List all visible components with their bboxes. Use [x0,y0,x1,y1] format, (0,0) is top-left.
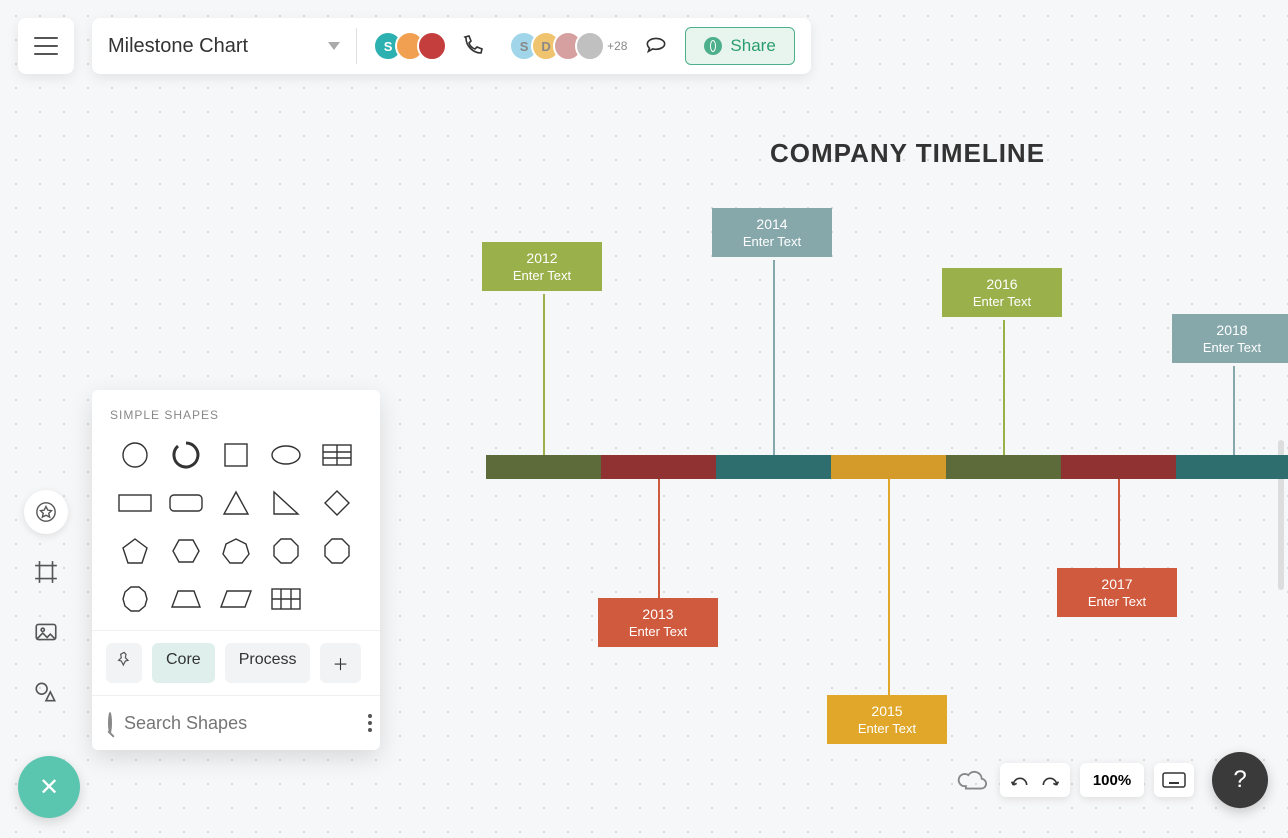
tool-column [24,490,68,714]
sync-status-icon[interactable] [954,763,990,797]
shape-arc[interactable] [164,438,206,472]
chevron-down-icon[interactable] [328,42,340,50]
shape-trapezoid[interactable] [164,582,206,616]
keyboard-icon[interactable] [1154,763,1194,797]
shape-rounded-rect[interactable] [164,486,206,520]
milestone-text: Enter Text [712,234,832,249]
shape-table-lines[interactable] [316,438,358,472]
shape-right-triangle[interactable] [265,486,307,520]
star-tool[interactable] [24,490,68,534]
shape-parallelogram[interactable] [215,582,257,616]
shapes-panel: SIMPLE SHAPES Core Process ＋ [92,390,380,750]
shape-hexagon[interactable] [164,534,206,568]
tab-process[interactable]: Process [225,643,311,683]
milestone-card[interactable]: 2016 Enter Text [942,268,1062,317]
redo-icon[interactable] [1040,772,1060,788]
milestone-text: Enter Text [598,624,718,639]
milestone-stem [1003,320,1005,455]
milestone-card[interactable]: 2017 Enter Text [1057,568,1177,617]
tab-core[interactable]: Core [152,643,215,683]
milestone-text: Enter Text [827,721,947,736]
milestone-year: 2015 [827,703,947,719]
shape-diamond[interactable] [316,486,358,520]
milestone-text: Enter Text [942,294,1062,309]
panel-tabs: Core Process ＋ [92,630,380,695]
milestone-stem [1233,366,1235,455]
milestone-year: 2017 [1057,576,1177,592]
timeline-segment[interactable] [1176,455,1288,479]
milestone-card[interactable]: 2018 Enter Text [1172,314,1288,363]
shapes-tool[interactable] [24,670,68,714]
milestone-year: 2013 [598,606,718,622]
share-button[interactable]: Share [685,27,794,65]
image-tool[interactable] [24,610,68,654]
timeline-bar[interactable] [486,455,1288,479]
shape-triangle[interactable] [215,486,257,520]
timeline-segment[interactable] [486,455,601,479]
timeline-segment[interactable] [831,455,946,479]
undo-icon[interactable] [1010,772,1030,788]
phone-icon[interactable] [461,34,485,58]
timeline-segment[interactable] [946,455,1061,479]
milestone-card[interactable]: 2013 Enter Text [598,598,718,647]
divider [356,28,357,64]
milestone-stem [543,294,545,455]
presence-avatars-active[interactable]: S [373,31,447,61]
tab-add[interactable]: ＋ [320,643,360,683]
diagram-title[interactable]: COMPANY TIMELINE [770,138,1045,169]
pin-tab[interactable] [106,643,142,683]
shape-pentagon[interactable] [114,534,156,568]
more-icon[interactable] [368,714,372,732]
topbar: Milestone Chart S S D +28 Share [92,18,811,74]
milestone-year: 2016 [942,276,1062,292]
milestone-text: Enter Text [482,268,602,283]
timeline-segment[interactable] [601,455,716,479]
milestone-year: 2018 [1172,322,1288,338]
milestone-card[interactable]: 2014 Enter Text [712,208,832,257]
milestone-stem [888,479,890,695]
presence-avatars-viewers[interactable]: S D [509,31,605,61]
shape-circle[interactable] [114,438,156,472]
panel-search [92,695,380,750]
shape-decagon[interactable] [114,582,156,616]
undo-redo [1000,763,1070,797]
search-icon [108,712,112,734]
timeline-segment[interactable] [1061,455,1176,479]
frame-tool[interactable] [24,550,68,594]
close-fab[interactable]: ✕ [18,756,80,818]
zoom-level[interactable]: 100% [1080,763,1144,797]
more-viewers-count[interactable]: +28 [607,39,627,53]
shape-ellipse[interactable] [265,438,307,472]
shape-octagon[interactable] [265,534,307,568]
shape-octagon2[interactable] [316,534,358,568]
shapes-grid [92,434,380,630]
milestone-stem [773,260,775,455]
menu-button[interactable] [18,18,74,74]
milestone-stem [1118,479,1120,568]
milestone-stem [658,479,660,598]
milestone-text: Enter Text [1057,594,1177,609]
shape-square[interactable] [215,438,257,472]
document-title[interactable]: Milestone Chart [108,35,248,58]
milestone-card[interactable]: 2015 Enter Text [827,695,947,744]
shape-grid[interactable] [265,582,307,616]
help-fab[interactable]: ? [1212,752,1268,808]
milestone-year: 2012 [482,250,602,266]
shape-heptagon[interactable] [215,534,257,568]
milestone-text: Enter Text [1172,340,1288,355]
comment-icon[interactable] [643,33,669,59]
bottom-controls: 100% ? [954,752,1268,808]
avatar[interactable] [417,31,447,61]
search-input[interactable] [124,713,356,734]
milestone-card[interactable]: 2012 Enter Text [482,242,602,291]
panel-section-label: SIMPLE SHAPES [92,390,380,434]
shape-rect[interactable] [114,486,156,520]
avatar[interactable] [575,31,605,61]
timeline-segment[interactable] [716,455,831,479]
globe-icon [704,37,722,55]
milestone-year: 2014 [712,216,832,232]
